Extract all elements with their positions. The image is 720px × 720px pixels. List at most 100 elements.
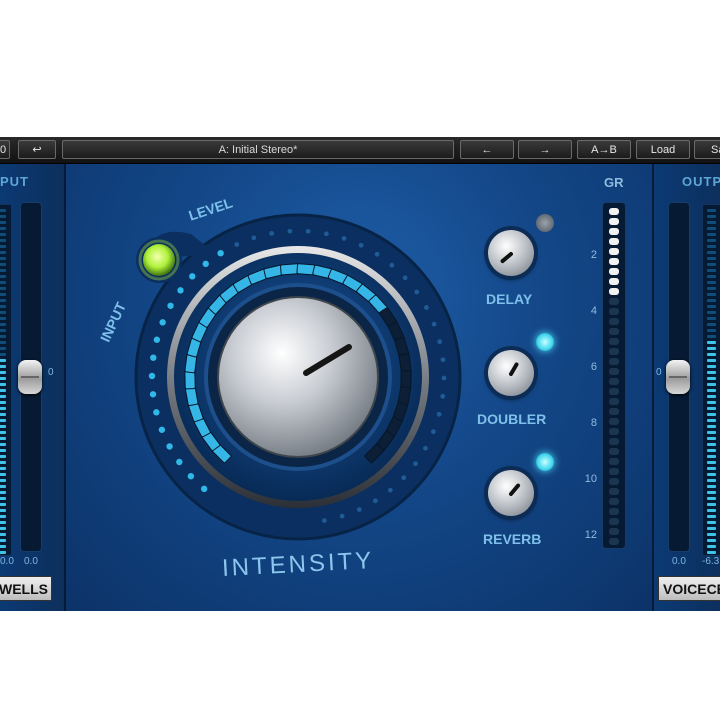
reverb-knob[interactable] — [488, 470, 534, 516]
doubler-knob[interactable] — [488, 350, 534, 396]
outer-dot — [356, 507, 362, 512]
prev-preset-button[interactable]: ← — [460, 140, 514, 159]
gr-segment — [609, 428, 619, 435]
meter-segment — [707, 269, 716, 272]
input-fader-zero: 0 — [48, 367, 54, 378]
meter-segment — [0, 389, 6, 392]
meter-segment — [707, 377, 716, 380]
meter-segment — [707, 305, 716, 308]
outer-dot — [387, 487, 393, 493]
output-fader-handle[interactable] — [666, 360, 690, 394]
output-fader-zero: 0 — [656, 367, 662, 378]
meter-segment — [707, 359, 716, 362]
output-fader-track[interactable] — [666, 202, 690, 552]
delay-led[interactable] — [536, 214, 554, 232]
gr-segment — [609, 298, 619, 305]
outer-dot — [187, 472, 195, 480]
gr-segment — [609, 228, 619, 235]
output-value-left: 0.0 — [672, 556, 686, 567]
meter-segment — [707, 371, 716, 374]
waves-logo-button[interactable]: WELLS — [0, 576, 52, 601]
gr-segment — [609, 388, 619, 395]
input-fader-track[interactable] — [18, 202, 42, 552]
meter-segment — [707, 293, 716, 296]
intensity-segment — [184, 370, 196, 390]
meter-segment — [0, 413, 6, 416]
gr-segment — [609, 338, 619, 345]
meter-segment — [0, 437, 6, 440]
toolbar: 0 ↩ A: Initial Stereo* ← → A→B Load Sa — [0, 137, 720, 164]
gr-segment — [609, 448, 619, 455]
outer-dot — [202, 260, 209, 268]
next-preset-button[interactable]: → — [518, 140, 572, 159]
ab-compare-button[interactable]: A→B — [577, 140, 631, 159]
gr-segment — [609, 418, 619, 425]
save-button[interactable]: Sa — [694, 140, 720, 159]
meter-segment — [707, 401, 716, 404]
meter-segment — [707, 551, 716, 554]
delay-knob[interactable] — [488, 230, 534, 276]
meter-segment — [0, 545, 6, 548]
gr-segment — [609, 218, 619, 225]
meter-segment — [0, 251, 6, 254]
reverb-led[interactable] — [536, 453, 554, 471]
meter-segment — [707, 287, 716, 290]
meter-segment — [0, 395, 6, 398]
voicecentric-logo-button[interactable]: VOICECE — [658, 576, 720, 601]
intensity-segment — [280, 263, 300, 276]
outer-dot — [217, 249, 224, 257]
outer-dot — [441, 375, 447, 381]
meter-segment — [707, 335, 716, 338]
meter-segment — [0, 467, 6, 470]
gr-label: GR — [604, 175, 624, 190]
outer-dot — [389, 262, 395, 268]
meter-segment — [0, 239, 6, 242]
outer-dot — [149, 391, 157, 398]
outer-dot — [269, 230, 275, 236]
gr-segment — [609, 308, 619, 315]
meter-segment — [0, 287, 6, 290]
meter-segment — [0, 329, 6, 332]
outer-dot — [200, 485, 208, 493]
meter-segment — [0, 533, 6, 536]
input-fader-handle[interactable] — [18, 360, 42, 394]
gr-segment — [609, 368, 619, 375]
green-led-icon[interactable] — [143, 244, 175, 276]
gr-segment — [609, 318, 619, 325]
output-level-meter — [702, 204, 720, 556]
undo-button[interactable]: ↩ — [18, 140, 56, 159]
meter-segment — [707, 443, 716, 446]
meter-segment — [707, 419, 716, 422]
outer-dot — [424, 305, 429, 310]
input-panel-title: PUT — [0, 174, 29, 189]
outer-dot — [431, 321, 437, 327]
gr-segment — [609, 278, 619, 285]
gr-segment — [609, 258, 619, 265]
meter-segment — [0, 221, 6, 224]
meter-segment — [707, 539, 716, 542]
meter-segment — [0, 335, 6, 338]
meter-segment — [0, 491, 6, 494]
meter-segment — [707, 275, 716, 278]
plugin-window: 0 ↩ A: Initial Stereo* ← → A→B Load Sa P… — [0, 137, 720, 611]
intensity-dial-graphics — [134, 213, 462, 541]
meter-segment — [707, 503, 716, 506]
load-button[interactable]: Load — [636, 140, 690, 159]
gr-segment — [609, 438, 619, 445]
intensity-segment — [398, 353, 412, 374]
input-panel: PUT 0 0.0 0.0 WELLS — [0, 164, 66, 611]
meter-segment — [0, 293, 6, 296]
meter-segment — [707, 215, 716, 218]
gr-segment — [609, 208, 619, 215]
meter-segment — [0, 245, 6, 248]
meter-segment — [0, 215, 6, 218]
doubler-led[interactable] — [536, 333, 554, 351]
meter-segment — [707, 389, 716, 392]
gr-segment — [609, 288, 619, 295]
preset-name-field[interactable]: A: Initial Stereo* — [62, 140, 454, 159]
meter-segment — [707, 461, 716, 464]
toolbar-left-button[interactable]: 0 — [0, 140, 10, 159]
meter-segment — [707, 353, 716, 356]
gr-segment — [609, 518, 619, 525]
meter-segment — [0, 473, 6, 476]
